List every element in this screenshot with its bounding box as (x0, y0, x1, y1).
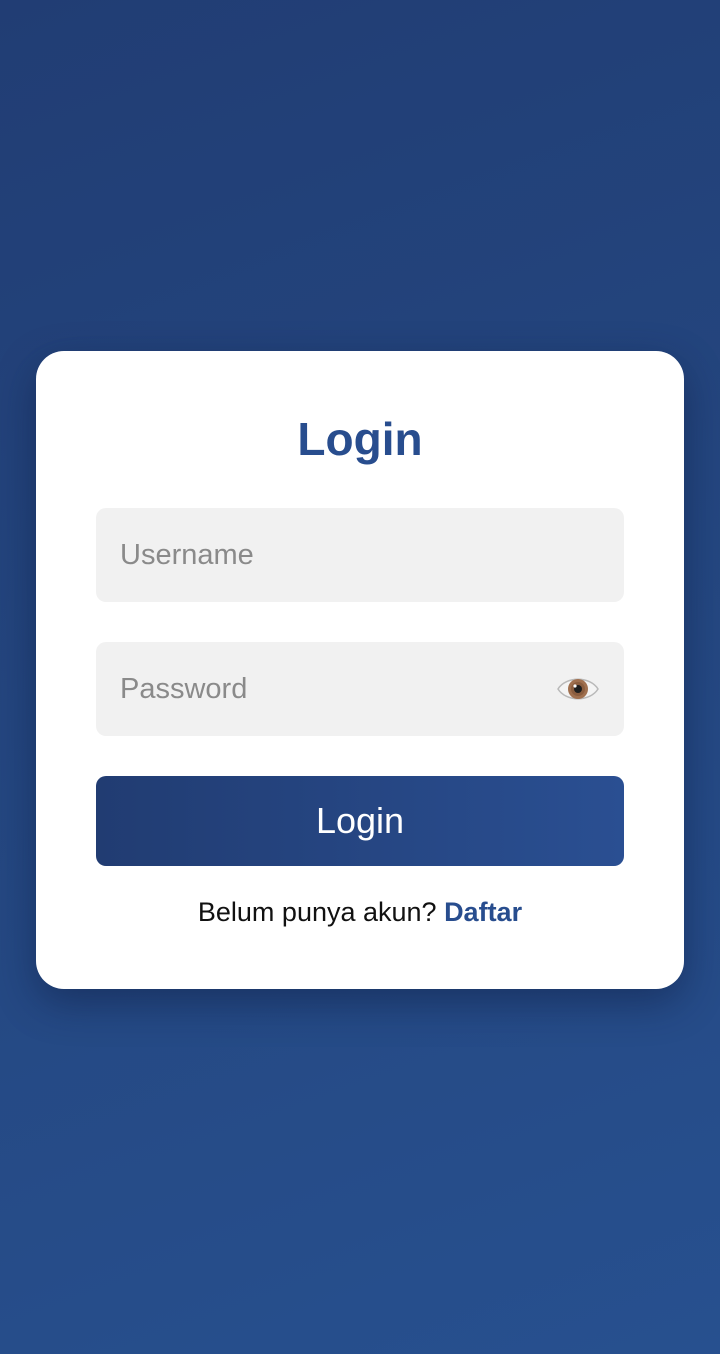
password-input[interactable] (96, 642, 624, 736)
username-field-container (96, 508, 624, 602)
login-card: Login Login Belum punya akun? Daftar (36, 351, 684, 989)
eye-icon[interactable] (556, 669, 600, 709)
register-prompt-text: Belum punya akun? (197, 897, 445, 927)
register-link[interactable]: Daftar (444, 897, 522, 927)
username-input[interactable] (96, 508, 624, 602)
register-prompt: Belum punya akun? Daftar (36, 894, 684, 930)
login-button[interactable]: Login (96, 776, 624, 866)
password-field-container (96, 642, 624, 736)
login-title: Login (297, 413, 423, 465)
